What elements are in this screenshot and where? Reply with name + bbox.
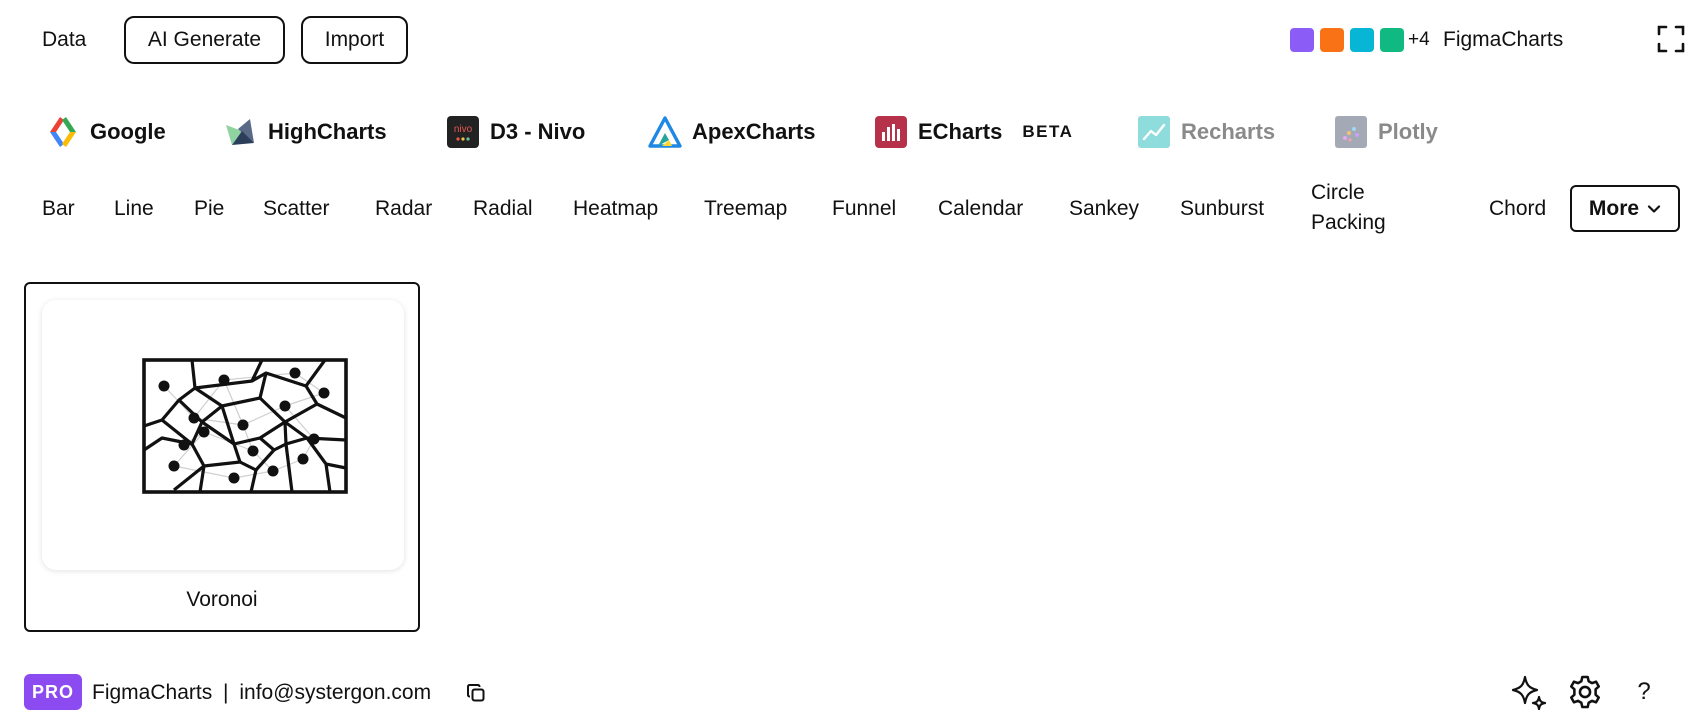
chart-type-chord[interactable]: Chord: [1489, 196, 1546, 222]
chart-type-funnel[interactable]: Funnel: [832, 196, 896, 222]
palette-name: FigmaCharts: [1443, 28, 1564, 51]
library-label: ECharts: [918, 119, 1003, 144]
footer-separator: |: [223, 681, 229, 704]
pro-badge: PRO: [24, 674, 82, 710]
footer-email[interactable]: info@systergon.com: [239, 681, 431, 704]
palette-more-count: +4: [1408, 29, 1430, 50]
chart-type-line[interactable]: Line: [114, 196, 154, 222]
recharts-logo: [1137, 115, 1171, 149]
library-recharts[interactable]: Recharts: [1137, 112, 1275, 152]
chart-type-pie[interactable]: Pie: [194, 196, 224, 222]
library-plotly[interactable]: Plotly: [1334, 112, 1438, 152]
footer-contact: FigmaCharts | info@systergon.com: [92, 680, 431, 706]
chart-type-bar[interactable]: Bar: [42, 196, 75, 222]
voronoi-diagram-icon: [142, 358, 348, 499]
plotly-logo: [1334, 115, 1368, 149]
library-label: Recharts: [1181, 119, 1276, 144]
library-apexcharts[interactable]: ApexCharts: [648, 112, 815, 152]
chart-thumbnail: [42, 300, 404, 570]
palette-swatch: [1350, 28, 1374, 52]
echarts-logo: [874, 115, 908, 149]
library-label: Google: [90, 119, 166, 144]
ai-generate-button[interactable]: AI Generate: [124, 16, 285, 64]
chevron-down-icon: [1647, 202, 1661, 216]
library-label: Plotly: [1378, 119, 1438, 144]
copy-icon[interactable]: [466, 683, 488, 705]
footer-brand: FigmaCharts: [92, 681, 213, 704]
chart-type-radar[interactable]: Radar: [375, 196, 432, 222]
library-highcharts[interactable]: HighCharts: [224, 112, 387, 152]
library-label: D3 - Nivo: [490, 119, 586, 144]
library-d3-nivo[interactable]: nivo D3 - Nivo: [446, 112, 585, 152]
library-label: ApexCharts: [692, 119, 816, 144]
chart-type-treemap[interactable]: Treemap: [704, 196, 787, 222]
svg-text:nivo: nivo: [454, 124, 473, 135]
library-echarts[interactable]: ECharts BETA: [874, 112, 1073, 152]
chart-type-radial[interactable]: Radial: [473, 196, 533, 222]
apexcharts-logo: [648, 115, 682, 149]
more-label: More: [1588, 196, 1640, 220]
library-google[interactable]: Google: [46, 112, 166, 152]
fullscreen-icon[interactable]: [1656, 24, 1686, 54]
chart-type-sunburst[interactable]: Sunburst: [1180, 196, 1264, 222]
sparkles-icon[interactable]: [1508, 672, 1548, 712]
palette-swatch: [1290, 28, 1314, 52]
palette-swatch: [1380, 28, 1404, 52]
help-icon[interactable]: ?: [1624, 672, 1664, 712]
chart-type-scatter[interactable]: Scatter: [263, 196, 330, 222]
google-charts-logo: [46, 115, 80, 149]
beta-badge: BETA: [1022, 122, 1074, 141]
highcharts-logo: [224, 115, 258, 149]
gear-icon[interactable]: [1565, 672, 1605, 712]
more-chart-types-button[interactable]: More: [1570, 185, 1680, 232]
nivo-logo: nivo: [446, 115, 480, 149]
library-label: HighCharts: [268, 119, 387, 144]
chart-card-label: Voronoi: [186, 588, 258, 611]
chart-type-sankey[interactable]: Sankey: [1069, 196, 1139, 222]
data-tab[interactable]: Data: [42, 26, 86, 54]
chart-type-calendar[interactable]: Calendar: [938, 196, 1023, 222]
chart-type-heatmap[interactable]: Heatmap: [573, 196, 658, 222]
import-button[interactable]: Import: [301, 16, 408, 64]
palette-swatch: [1320, 28, 1344, 52]
chart-card-voronoi[interactable]: Voronoi: [24, 282, 420, 632]
chart-type-circle-packing[interactable]: Circle Packing: [1311, 178, 1411, 234]
